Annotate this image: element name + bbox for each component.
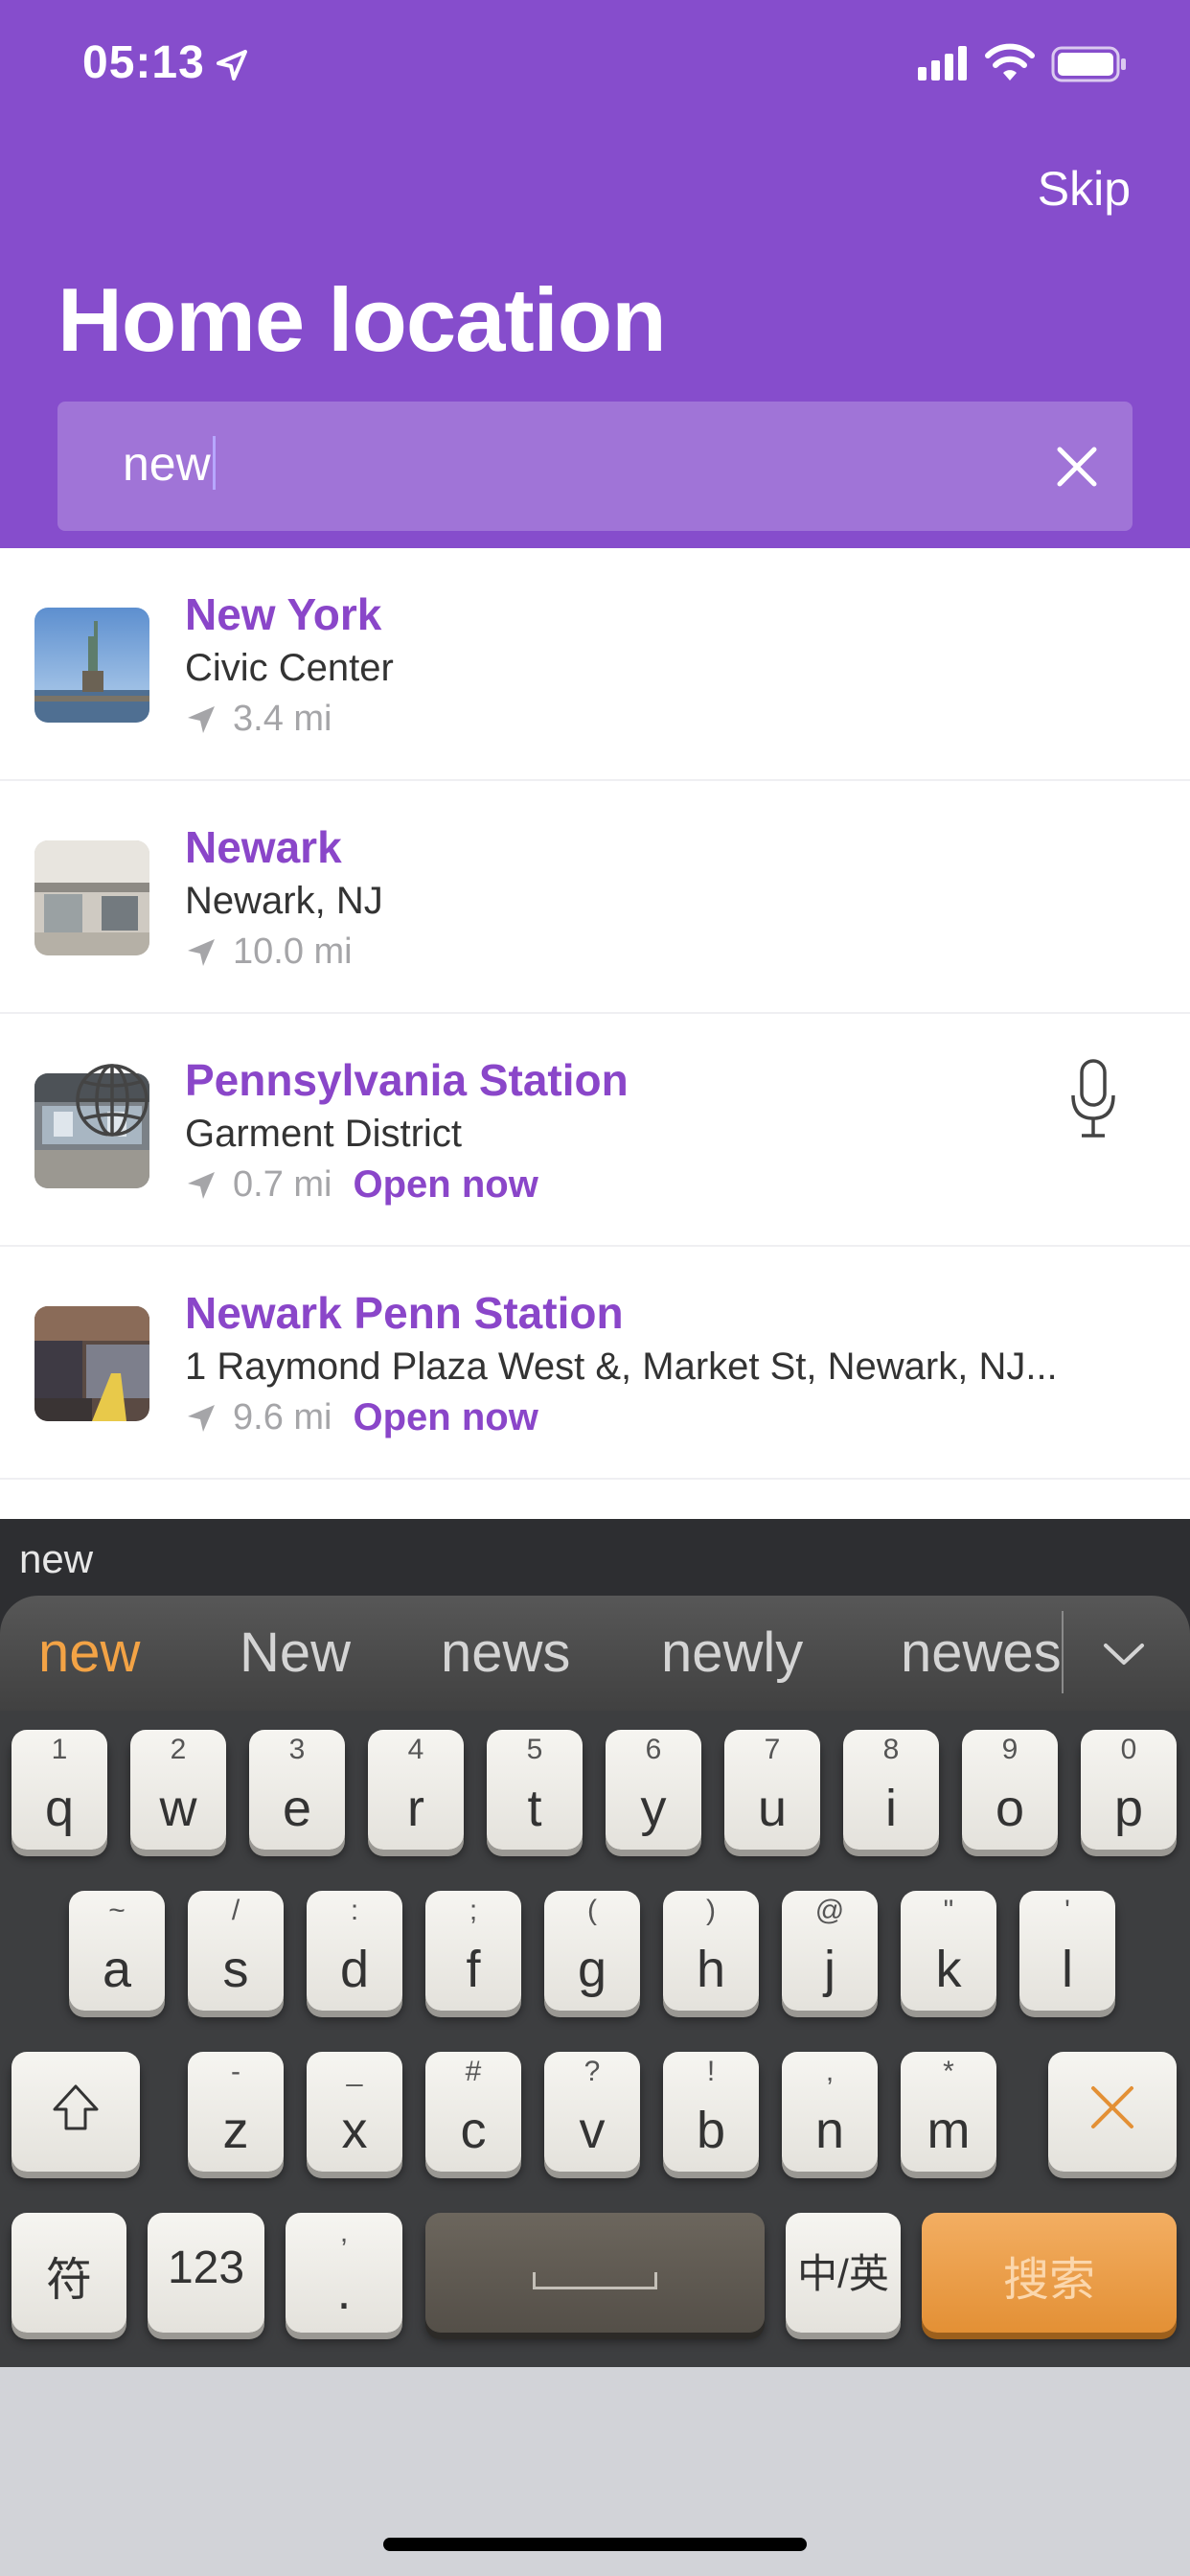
candidate-word[interactable]: newes	[901, 1621, 1060, 1685]
clear-search-icon[interactable]	[1050, 440, 1104, 494]
place-thumbnail	[34, 608, 149, 723]
key-g[interactable]: (g	[544, 1891, 640, 2011]
key-p[interactable]: 0p	[1081, 1730, 1177, 1850]
shift-icon	[53, 2084, 99, 2130]
result-info: Newark Newark, NJ 10.0 mi	[185, 823, 1152, 977]
place-name[interactable]: Pennsylvania Station	[185, 1056, 1152, 1105]
key-d[interactable]: :d	[307, 1891, 402, 2011]
wifi-icon	[985, 43, 1035, 80]
cellular-signal-icon	[918, 46, 967, 80]
place-subtitle: 1 Raymond Plaza West &, Market St, Newar…	[185, 1345, 1058, 1388]
battery-icon	[1051, 46, 1126, 82]
home-indicator[interactable]	[383, 2538, 807, 2551]
key-u[interactable]: 7u	[724, 1730, 820, 1850]
key-x[interactable]: _ x	[307, 2052, 402, 2172]
key-r[interactable]: 4r	[368, 1730, 464, 1850]
results-list: New York Civic Center 3.4 mi Newark Newa…	[0, 548, 1190, 1480]
navigation-arrow-icon	[188, 1171, 215, 1199]
result-row[interactable]: Newark Newark, NJ 10.0 mi	[0, 781, 1190, 1014]
place-subtitle: Civic Center	[185, 646, 394, 689]
key-a[interactable]: ~ a	[69, 1891, 165, 2011]
numbers-key[interactable]: 123	[148, 2213, 264, 2333]
key-i[interactable]: 8i	[843, 1730, 939, 1850]
distance: 10.0 mi	[233, 932, 353, 973]
page-title: Home location	[57, 269, 667, 370]
place-meta: 3.4 mi	[185, 696, 1152, 744]
result-info: Newark Penn Station 1 Raymond Plaza West…	[185, 1289, 1152, 1442]
key-area: 1q 2w 3e 4r 5t 6y 7u 8i 9o 0p ~ a / s :d ;…	[0, 1711, 1190, 2367]
text-caret	[212, 436, 216, 490]
distance: 3.4 mi	[233, 699, 332, 740]
key-b[interactable]: ! b	[663, 2052, 759, 2172]
key-h[interactable]: ) h	[663, 1891, 759, 2011]
navigation-arrow-icon	[188, 705, 215, 733]
search-input[interactable]: new	[123, 436, 216, 492]
symbols-key[interactable]: 符	[11, 2213, 126, 2333]
header: 05:13 Skip Home location new	[0, 0, 1190, 548]
result-row[interactable]: New York Civic Center 3.4 mi	[0, 548, 1190, 781]
keyboard: new new New news newly newes 1q 2w 3e 4r…	[0, 1519, 1190, 2576]
key-k[interactable]: " k	[901, 1891, 996, 2011]
candidate-word[interactable]: New	[240, 1621, 351, 1685]
chevron-down-icon[interactable]	[1100, 1630, 1148, 1678]
key-w[interactable]: 2w	[130, 1730, 226, 1850]
key-v[interactable]: ? v	[544, 2052, 640, 2172]
language-switch-key[interactable]: 中/英	[786, 2213, 901, 2333]
search-key[interactable]: 搜索	[922, 2213, 1177, 2333]
delete-key[interactable]	[1048, 2052, 1177, 2172]
result-info: Pennsylvania Station Garment District 0.…	[185, 1056, 1152, 1209]
place-meta: 10.0 mi	[185, 929, 1152, 977]
microphone-icon[interactable]	[1069, 1057, 1117, 1141]
key-j[interactable]: @ j	[782, 1891, 878, 2011]
key-l[interactable]: ' l	[1019, 1891, 1115, 2011]
key-y[interactable]: 6y	[606, 1730, 701, 1850]
shift-key[interactable]	[11, 2052, 140, 2172]
navigation-arrow-icon	[188, 1404, 215, 1432]
place-meta: 0.7 mi Open now	[185, 1162, 1152, 1209]
distance: 0.7 mi	[233, 1164, 332, 1206]
result-row[interactable]: Pennsylvania Station Garment District 0.…	[0, 1014, 1190, 1247]
key-e[interactable]: 3e	[249, 1730, 345, 1850]
composing-text: new	[19, 1536, 94, 1581]
place-subtitle: Garment District	[185, 1112, 462, 1155]
place-subtitle: Newark, NJ	[185, 879, 383, 922]
divider	[1062, 1611, 1064, 1693]
place-meta: 9.6 mi Open now	[185, 1394, 1152, 1442]
result-row[interactable]: Newark Penn Station 1 Raymond Plaza West…	[0, 1247, 1190, 1480]
space-icon	[533, 2272, 657, 2289]
place-name[interactable]: Newark Penn Station	[185, 1289, 1152, 1338]
space-key[interactable]	[425, 2213, 765, 2333]
place-thumbnail	[34, 840, 149, 955]
navigation-arrow-icon	[188, 938, 215, 966]
key-o[interactable]: 9o	[962, 1730, 1058, 1850]
place-name[interactable]: Newark	[185, 823, 1152, 872]
key-q[interactable]: 1q	[11, 1730, 107, 1850]
punctuation-key[interactable]: ,.	[286, 2213, 402, 2333]
key-m[interactable]: * m	[901, 2052, 996, 2172]
key-c[interactable]: # c	[425, 2052, 521, 2172]
candidate-word[interactable]: new	[38, 1621, 140, 1685]
key-n[interactable]: ,n	[782, 2052, 878, 2172]
key-t[interactable]: 5t	[487, 1730, 583, 1850]
status-time: 05:13	[82, 37, 205, 88]
key-z[interactable]: -z	[188, 2052, 284, 2172]
status-bar: 05:13	[0, 0, 1190, 129]
delete-x-icon	[1091, 2086, 1133, 2128]
candidate-bar: new New news newly newes	[0, 1596, 1190, 1711]
skip-button[interactable]: Skip	[1038, 161, 1131, 217]
open-status: Open now	[353, 1396, 538, 1439]
globe-icon[interactable]	[73, 1061, 151, 1139]
place-name[interactable]: New York	[185, 590, 1152, 639]
result-info: New York Civic Center 3.4 mi	[185, 590, 1152, 744]
search-field[interactable]: new	[57, 402, 1133, 531]
key-s[interactable]: / s	[188, 1891, 284, 2011]
place-thumbnail	[34, 1306, 149, 1421]
candidate-word[interactable]: newly	[661, 1621, 803, 1685]
key-f[interactable]: ; f	[425, 1891, 521, 2011]
location-arrow-icon	[217, 50, 247, 80]
open-status: Open now	[353, 1163, 538, 1207]
candidate-word[interactable]: news	[441, 1621, 570, 1685]
distance: 9.6 mi	[233, 1397, 332, 1438]
